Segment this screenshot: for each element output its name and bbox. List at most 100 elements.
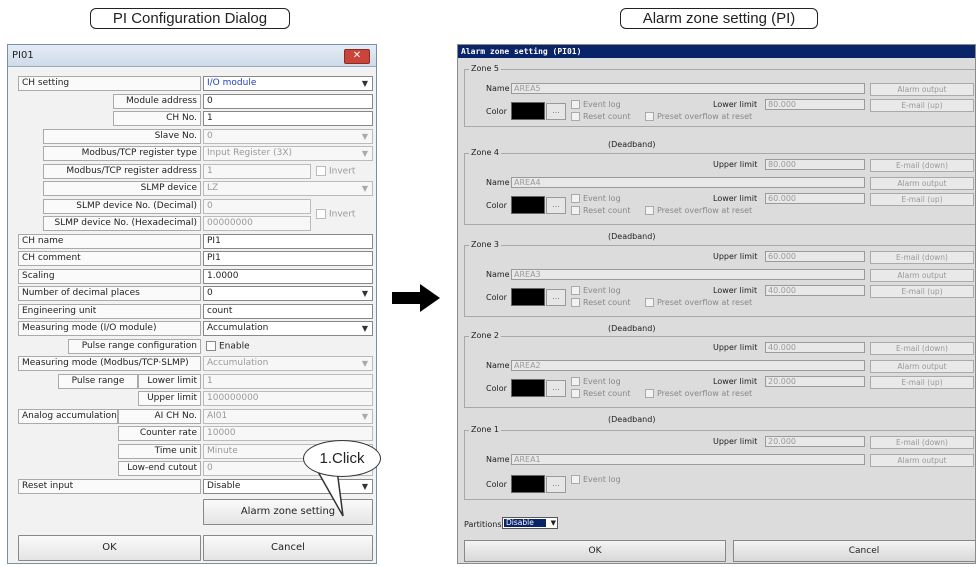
zone-1-upper-limit-input[interactable]: 20.000	[765, 436, 865, 447]
upper-limit-label: Upper limit	[713, 160, 758, 169]
zone-5-preset-overflow-checkbox[interactable]: Preset overflow at reset	[645, 111, 752, 122]
zone-3-lower-limit-input[interactable]: 40.000	[765, 285, 865, 296]
invert-checkbox[interactable]: Invert	[316, 166, 355, 177]
color-label: Color	[486, 201, 507, 210]
label-modbus-register-address: Modbus/TCP register address	[43, 164, 201, 179]
label-slmp-decimal: SLMP device No. (Decimal)	[43, 199, 201, 214]
zone-5-name-input[interactable]: AREA5	[511, 83, 865, 94]
zone-4-email-down-button[interactable]: E-mail (down)	[870, 159, 974, 172]
zone-4-lower-limit-input[interactable]: 60.000	[765, 193, 865, 204]
zone-5-color-picker-button[interactable]: ...	[546, 103, 566, 120]
zone-3-preset-overflow-checkbox[interactable]: Preset overflow at reset	[645, 297, 752, 308]
zone-1-color-picker-button[interactable]: ...	[546, 476, 566, 493]
zone-4-reset-count-checkbox[interactable]: Reset count	[571, 205, 630, 216]
pulse-lower-limit-input[interactable]: 1	[203, 374, 373, 389]
chevron-down-icon: ▼	[361, 412, 369, 421]
zone-1-event-log-checkbox[interactable]: Event log	[571, 474, 621, 485]
scaling-input[interactable]: 1.0000	[203, 269, 373, 284]
zone-3-group: Zone 3 Upper limit 60.000 E-mail (down) …	[464, 240, 975, 317]
ch-comment-input[interactable]: PI1	[203, 251, 373, 266]
zone-3-color-swatch[interactable]	[511, 288, 545, 306]
measuring-mode-modbus-select[interactable]: Accumulation ▼	[203, 356, 373, 371]
slave-no-select[interactable]: 0 ▼	[203, 129, 373, 144]
zone-1-name-input[interactable]: AREA1	[511, 454, 865, 465]
measuring-mode-io-select[interactable]: Accumulation ▼	[203, 321, 373, 336]
zone-3-email-up-button[interactable]: E-mail (up)	[870, 285, 974, 298]
zone-5-reset-count-checkbox[interactable]: Reset count	[571, 111, 630, 122]
counter-rate-input[interactable]: 10000	[203, 426, 373, 441]
row-ch-no: CH No. 1	[18, 111, 374, 128]
ai-ch-no-select[interactable]: AI01 ▼	[203, 409, 373, 424]
close-icon[interactable]: ✕	[344, 49, 370, 64]
ok-button[interactable]: OK	[464, 540, 726, 562]
modbus-register-address-input[interactable]: 1	[203, 164, 311, 179]
label-ai-ch-no: AI CH No.	[118, 409, 201, 424]
module-address-input[interactable]: 0	[203, 94, 373, 109]
zone-1-color-swatch[interactable]	[511, 475, 545, 493]
zone-4-upper-limit-input[interactable]: 80.000	[765, 159, 865, 170]
chevron-down-icon: ▼	[361, 132, 369, 141]
cancel-button[interactable]: Cancel	[733, 540, 975, 562]
zone-4-email-up-button[interactable]: E-mail (up)	[870, 193, 974, 206]
lower-limit-label: Lower limit	[713, 194, 758, 203]
label-slmp-device: SLMP device	[43, 181, 201, 196]
zone-3-alarm-output-button[interactable]: Alarm output	[870, 269, 974, 282]
row-measuring-mode-modbus: Measuring mode (Modbus/TCP·SLMP) Accumul…	[18, 356, 374, 373]
modbus-register-type-select[interactable]: Input Register (3X) ▼	[203, 146, 373, 161]
zone-5-alarm-output-button[interactable]: Alarm output	[870, 83, 974, 96]
ok-button[interactable]: OK	[18, 535, 201, 561]
zone-2-preset-overflow-checkbox[interactable]: Preset overflow at reset	[645, 388, 752, 399]
cancel-button[interactable]: Cancel	[203, 535, 373, 561]
zone-4-name-input[interactable]: AREA4	[511, 177, 865, 188]
zone-2-reset-count-checkbox[interactable]: Reset count	[571, 388, 630, 399]
row-counter-rate: Counter rate 10000	[18, 426, 374, 443]
row-slmp-hex: SLMP device No. (Hexadecimal) 00000000	[18, 216, 374, 233]
slmp-decimal-input[interactable]: 0	[203, 199, 311, 214]
zone-3-event-log-checkbox[interactable]: Event log	[571, 285, 621, 296]
zone-2-name-input[interactable]: AREA2	[511, 360, 865, 371]
row-module-address: Module address 0	[18, 94, 374, 111]
partitions-select[interactable]: Disable ▼	[502, 517, 558, 529]
ch-no-input[interactable]: 1	[203, 111, 373, 126]
zone-2-group: Zone 2 Upper limit 40.000 E-mail (down) …	[464, 331, 975, 408]
zone-2-color-swatch[interactable]	[511, 379, 545, 397]
slmp-device-select[interactable]: LZ ▼	[203, 181, 373, 196]
zone-4-color-picker-button[interactable]: ...	[546, 197, 566, 214]
row-decimal-places: Number of decimal places 0 ▼	[18, 286, 374, 303]
ch-setting-select[interactable]: I/O module ▼	[203, 76, 373, 91]
pulse-upper-limit-input[interactable]: 100000000	[203, 391, 373, 406]
chevron-down-icon: ▼	[361, 324, 369, 333]
zone-5-event-log-checkbox[interactable]: Event log	[571, 99, 621, 110]
row-measuring-mode-io: Measuring mode (I/O module) Accumulation…	[18, 321, 374, 338]
chevron-down-icon: ▼	[550, 519, 556, 527]
zone-3-color-picker-button[interactable]: ...	[546, 289, 566, 306]
zone-2-alarm-output-button[interactable]: Alarm output	[870, 360, 974, 373]
zone-5-lower-limit-input[interactable]: 80.000	[765, 99, 865, 110]
checkbox-icon	[571, 475, 580, 484]
zone-4-preset-overflow-checkbox[interactable]: Preset overflow at reset	[645, 205, 752, 216]
chevron-down-icon: ▼	[361, 289, 369, 298]
zone-3-name-input[interactable]: AREA3	[511, 269, 865, 280]
zone-2-event-log-checkbox[interactable]: Event log	[571, 376, 621, 387]
zone-2-color-picker-button[interactable]: ...	[546, 380, 566, 397]
zone-2-lower-limit-input[interactable]: 20.000	[765, 376, 865, 387]
slmp-hex-input[interactable]: 00000000	[203, 216, 311, 231]
enable-checkbox[interactable]: Enable	[206, 341, 250, 352]
zone-4-event-log-checkbox[interactable]: Event log	[571, 193, 621, 204]
zone-3-reset-count-checkbox[interactable]: Reset count	[571, 297, 630, 308]
zone-2-email-up-button[interactable]: E-mail (up)	[870, 376, 974, 389]
decimal-places-select[interactable]: 0 ▼	[203, 286, 373, 301]
zone-4-color-swatch[interactable]	[511, 196, 545, 214]
zone-3-email-down-button[interactable]: E-mail (down)	[870, 251, 974, 264]
zone-5-color-swatch[interactable]	[511, 102, 545, 120]
zone-4-alarm-output-button[interactable]: Alarm output	[870, 177, 974, 190]
engineering-unit-input[interactable]: count	[203, 304, 373, 319]
label-pulse-range-group: Pulse range	[58, 374, 138, 389]
zone-2-upper-limit-input[interactable]: 40.000	[765, 342, 865, 353]
zone-1-email-down-button[interactable]: E-mail (down)	[870, 436, 974, 449]
zone-5-email-up-button[interactable]: E-mail (up)	[870, 99, 974, 112]
zone-3-upper-limit-input[interactable]: 60.000	[765, 251, 865, 262]
zone-1-alarm-output-button[interactable]: Alarm output	[870, 454, 974, 467]
zone-2-email-down-button[interactable]: E-mail (down)	[870, 342, 974, 355]
ch-name-input[interactable]: PI1	[203, 234, 373, 249]
